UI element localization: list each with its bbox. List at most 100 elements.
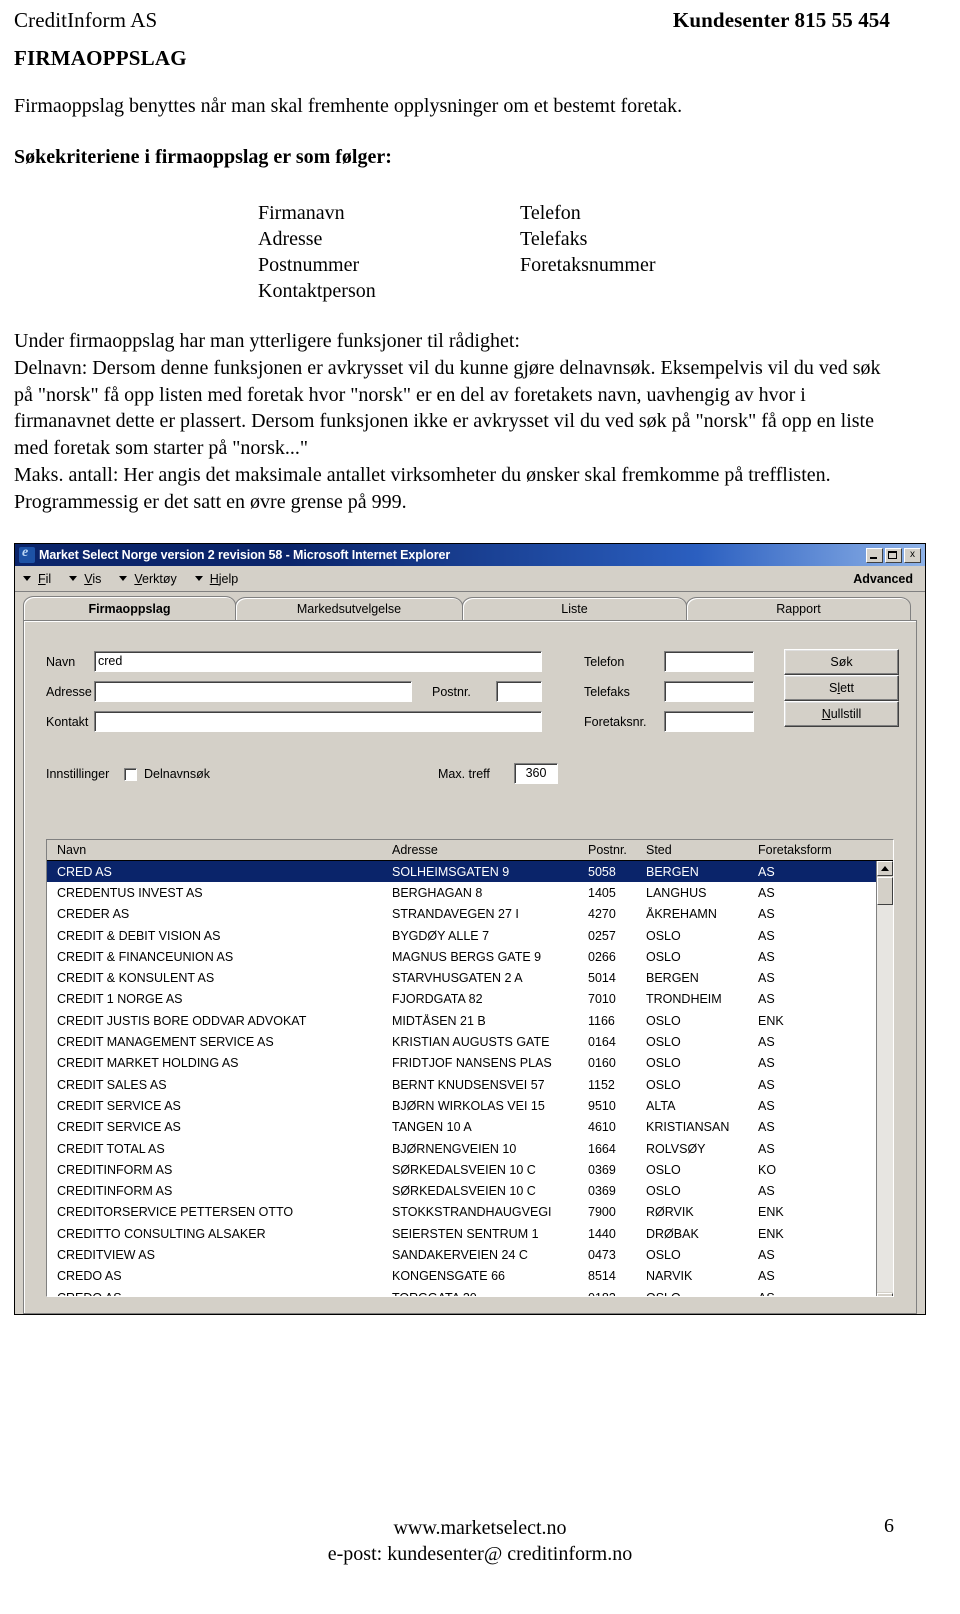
- cell-foretaksform: KO: [758, 1162, 777, 1177]
- tab-markedsutvelgelse[interactable]: Markedsutvelgelse: [235, 597, 463, 620]
- advanced-mode-label[interactable]: Advanced: [853, 572, 913, 586]
- cell-postnr: 7900: [588, 1205, 616, 1220]
- table-row[interactable]: CREDIT SERVICE AS TANGEN 10 A 4610 KRISTIAN…: [47, 1117, 893, 1138]
- table-row[interactable]: CREDITTO CONSULTING ALSAKER SEIERSTEN SEN…: [47, 1223, 893, 1244]
- column-header-foretaksform[interactable]: Foretaksform: [758, 843, 848, 857]
- cell-adresse: SØRKEDALSVEIEN 10 C: [392, 1162, 536, 1177]
- body-paragraph-2: Delnavn: Dersom denne funksjonen er avkr…: [14, 356, 881, 460]
- cell-navn: CREDO AS: [57, 1269, 122, 1284]
- cell-foretaksform: AS: [758, 1141, 775, 1156]
- cell-navn: CREDIT & DEBIT VISION AS: [57, 928, 221, 943]
- foretaksnr-label: Foretaksnr.: [584, 715, 647, 729]
- cell-navn: CREDENTUS INVEST AS: [57, 885, 203, 900]
- delnavnsok-checkbox[interactable]: [124, 768, 137, 781]
- slett-button[interactable]: Sl ett: [784, 675, 899, 701]
- cell-foretaksform: AS: [758, 1077, 775, 1092]
- body-paragraph-1: Under firmaoppslag har man ytterligere f…: [14, 330, 520, 352]
- grid-rows-host: CRED AS SOLHEIMSGATEN 9 5058 BERGEN AS CREDEN…: [47, 861, 893, 1296]
- cell-foretaksform: AS: [758, 1269, 775, 1284]
- scrollbar-thumb[interactable]: [877, 877, 893, 905]
- column-header-adresse[interactable]: Adresse: [392, 843, 588, 857]
- column-header-navn[interactable]: Navn: [47, 843, 392, 857]
- cell-postnr: 9510: [588, 1098, 616, 1113]
- cell-postnr: 5014: [588, 971, 616, 986]
- cell-foretaksform: AS: [758, 928, 775, 943]
- tab-firmaoppslag[interactable]: Firmaoppslag: [23, 596, 236, 620]
- tab-rapport-label: Rapport: [776, 602, 821, 616]
- menubar: Fil Vis Verktøy Hjelp Advanced: [15, 566, 925, 592]
- scroll-down-button[interactable]: [877, 1293, 893, 1296]
- cell-navn: CREDER AS: [57, 907, 130, 922]
- tab-rapport[interactable]: Rapport: [686, 597, 911, 620]
- minimize-button[interactable]: [866, 547, 883, 563]
- table-row[interactable]: CREDIT TOTAL AS BJØRNENGVEIEN 10 1664 ROLVS…: [47, 1138, 893, 1159]
- kontakt-input[interactable]: [94, 711, 542, 732]
- table-row[interactable]: CREDITINFORM AS SØRKEDALSVEIEN 10 C 0369 OS…: [47, 1180, 893, 1201]
- cell-foretaksform: AS: [758, 864, 775, 879]
- cell-adresse: KRISTIAN AUGUSTS GATE: [392, 1035, 550, 1050]
- cell-foretaksform: AS: [758, 1120, 775, 1135]
- application-window: Market Select Norge version 2 revision 5…: [14, 543, 926, 1315]
- navn-input[interactable]: cred: [94, 651, 542, 672]
- table-row[interactable]: CREDITORSERVICE PETTERSEN OTTO STOKKSTRAN…: [47, 1202, 893, 1223]
- cell-sted: OSLO: [646, 1184, 681, 1199]
- cell-navn: CREDIT JUSTIS BORE ODDVAR ADVOKAT: [57, 1013, 307, 1028]
- cell-postnr: 0183: [588, 1291, 646, 1296]
- cell-adresse: SEIERSTEN SENTRUM 1: [392, 1226, 539, 1241]
- cell-adresse: FJORDGATA 82: [392, 992, 483, 1007]
- cell-navn: CREDITTO CONSULTING ALSAKER: [57, 1226, 266, 1241]
- table-row[interactable]: CREDIT JUSTIS BORE ODDVAR ADVOKAT MIDTÅSE…: [47, 1010, 893, 1031]
- menu-item-vis[interactable]: Vis: [69, 572, 101, 586]
- criteria-left: Adresse: [258, 228, 323, 250]
- table-row[interactable]: CRED AS SOLHEIMSGATEN 9 5058 BERGEN AS: [47, 861, 893, 883]
- cell-navn: CREDITINFORM AS: [57, 1162, 173, 1177]
- adresse-input[interactable]: [94, 681, 412, 702]
- column-header-postnr[interactable]: Postnr.: [588, 843, 646, 857]
- close-button[interactable]: x: [904, 547, 921, 563]
- telefon-input[interactable]: [664, 651, 754, 672]
- cell-adresse: FRIDTJOF NANSENS PLAS: [392, 1056, 552, 1071]
- scrollbar-track[interactable]: [877, 905, 893, 1293]
- table-row[interactable]: CREDIT & FINANCEUNION AS MAGNUS BERGS GAT…: [47, 946, 893, 967]
- criteria-right: Foretaksnummer: [520, 254, 656, 276]
- criteria-left: Firmanavn: [258, 202, 345, 224]
- table-row[interactable]: CREDENTUS INVEST AS BERGHAGAN 8 1405 LANGHU…: [47, 882, 893, 903]
- cell-postnr: 7010: [588, 992, 616, 1007]
- foretaksnr-input[interactable]: [664, 711, 754, 732]
- internet-explorer-icon: [19, 545, 35, 563]
- table-row[interactable]: CREDITINFORM AS SØRKEDALSVEIEN 10 C 0369 OS…: [47, 1159, 893, 1180]
- sok-button[interactable]: Søk: [784, 649, 899, 675]
- column-header-sted[interactable]: Sted: [646, 843, 758, 857]
- cell-sted: OSLO: [646, 1162, 681, 1177]
- menu-item-verktoy[interactable]: Verktøy: [119, 572, 177, 586]
- cell-navn: CREDIT TOTAL AS: [57, 1141, 165, 1156]
- table-row[interactable]: CREDIT SALES AS BERNT KNUDSENSVEI 57 1152 O…: [47, 1074, 893, 1095]
- menu-item-fil[interactable]: Fil: [23, 572, 51, 586]
- menu-item-fil-label: Fil: [38, 571, 52, 586]
- max-treff-input[interactable]: 360: [514, 763, 558, 784]
- table-row[interactable]: CREDIT 1 NORGE AS FJORDGATA 82 7010 TRONDHE…: [47, 989, 893, 1010]
- table-row[interactable]: CREDIT & KONSULENT AS STARVHUSGATEN 2 A 50…: [47, 967, 893, 988]
- cell-postnr: 1152: [588, 1077, 615, 1092]
- table-row[interactable]: CREDO ASTORGGATA 200183OSLOAS: [47, 1287, 893, 1296]
- table-row[interactable]: CREDIT MARKET HOLDING AS FRIDTJOF NANSENS…: [47, 1053, 893, 1074]
- tabstrip: Firmaoppslag Markedsutvelgelse Liste Rap…: [23, 596, 925, 620]
- scroll-up-button[interactable]: [877, 861, 893, 876]
- table-row[interactable]: CREDER AS STRANDAVEGEN 27 I 4270 ÅKREHAMN AS: [47, 904, 893, 925]
- grid-vertical-scrollbar[interactable]: [876, 861, 893, 1296]
- table-row[interactable]: CREDIT SERVICE AS BJØRN WIRKOLAS VEI 15 95…: [47, 1095, 893, 1116]
- table-row[interactable]: CREDO AS KONGENSGATE 66 8514 NARVIK AS: [47, 1266, 893, 1287]
- telefaks-input[interactable]: [664, 681, 754, 702]
- body-text: Under firmaoppslag har man ytterligere f…: [14, 328, 904, 516]
- maximize-button[interactable]: [885, 547, 902, 563]
- tab-liste[interactable]: Liste: [462, 597, 687, 620]
- postnr-input[interactable]: [496, 681, 542, 702]
- page-number: 6: [884, 1515, 894, 1537]
- chevron-down-icon: [194, 576, 203, 581]
- nullstill-button[interactable]: Nullstill: [784, 701, 899, 727]
- table-row[interactable]: CREDIT MANAGEMENT SERVICE AS KRISTIAN AUG…: [47, 1031, 893, 1052]
- cell-foretaksform: AS: [758, 1291, 848, 1296]
- table-row[interactable]: CREDITVIEW AS SANDAKERVEIEN 24 C 0473 OSLO A…: [47, 1244, 893, 1265]
- menu-item-hjelp[interactable]: Hjelp: [194, 572, 238, 586]
- table-row[interactable]: CREDIT & DEBIT VISION AS BYGDØY ALLE 7 025…: [47, 925, 893, 946]
